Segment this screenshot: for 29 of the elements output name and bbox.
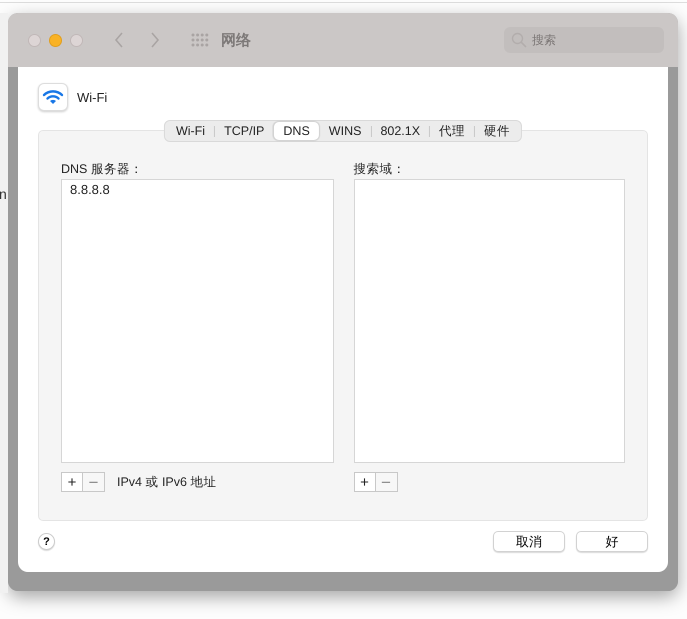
back-icon[interactable] bbox=[113, 31, 125, 49]
tab[interactable]: 802.1X bbox=[371, 122, 430, 140]
tab[interactable]: 代理 bbox=[430, 122, 474, 140]
search-domain-list[interactable] bbox=[354, 179, 625, 463]
tab[interactable]: DNS bbox=[274, 122, 319, 140]
grid-icon[interactable] bbox=[191, 33, 209, 47]
help-button[interactable]: ? bbox=[38, 533, 55, 550]
search-field[interactable]: 搜索 bbox=[504, 27, 664, 53]
window-title: 网络 bbox=[221, 30, 252, 50]
background-text: n bbox=[0, 187, 7, 201]
forward-icon[interactable] bbox=[149, 31, 161, 49]
tab[interactable]: 硬件 bbox=[475, 122, 520, 140]
close-button[interactable] bbox=[28, 34, 41, 46]
list-item[interactable]: 8.8.8.8 bbox=[70, 182, 110, 197]
tab[interactable]: Wi-Fi bbox=[166, 122, 214, 140]
zoom-button[interactable] bbox=[70, 34, 83, 46]
ok-button[interactable]: 好 bbox=[576, 531, 648, 552]
minimize-button[interactable] bbox=[49, 34, 62, 46]
list-label: DNS 服务器： bbox=[61, 161, 144, 178]
dns-server-list[interactable]: 8.8.8.8 bbox=[61, 179, 334, 463]
service-name: Wi-Fi bbox=[77, 90, 108, 104]
cancel-button[interactable]: 取消 bbox=[493, 531, 565, 552]
add-button[interactable]: + bbox=[354, 472, 376, 492]
list-label: 搜索域： bbox=[354, 161, 406, 178]
tab[interactable]: TCP/IP bbox=[215, 122, 274, 140]
wifi-icon bbox=[38, 83, 68, 111]
add-button[interactable]: + bbox=[61, 472, 83, 492]
tab[interactable]: WINS bbox=[320, 122, 370, 140]
hint-text: IPv4 或 IPv6 地址 bbox=[117, 474, 216, 490]
